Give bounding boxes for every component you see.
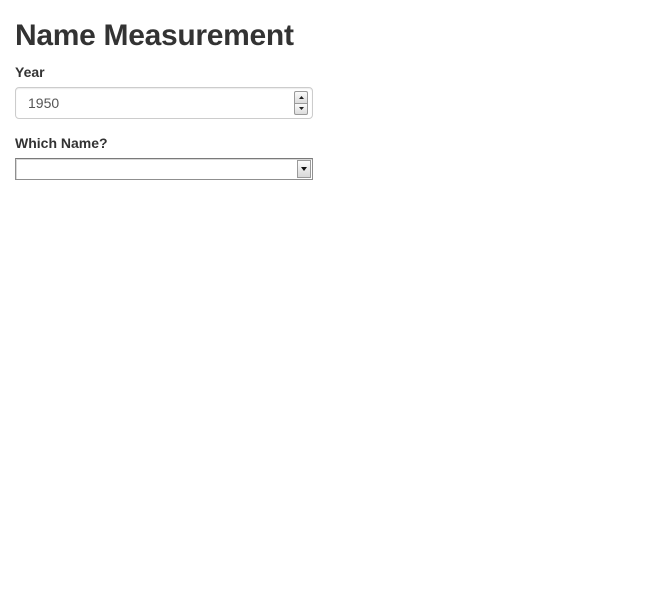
- page-title: Name Measurement: [15, 19, 294, 52]
- year-label: Year: [15, 64, 45, 80]
- spinner-up-arrow-icon[interactable]: [294, 91, 308, 103]
- main-panel: Name Measurement Year Which Name?: [15, 18, 315, 180]
- chevron-down-icon[interactable]: [297, 160, 311, 178]
- year-spinner: [294, 91, 308, 115]
- spinner-down-arrow-icon[interactable]: [294, 102, 308, 115]
- which-name-select[interactable]: [15, 158, 313, 180]
- year-input-container: [15, 87, 313, 119]
- name-form-group: Which Name?: [15, 135, 315, 180]
- year-form-group: Year: [15, 64, 315, 119]
- year-input[interactable]: [16, 88, 286, 118]
- which-name-label: Which Name?: [15, 135, 108, 151]
